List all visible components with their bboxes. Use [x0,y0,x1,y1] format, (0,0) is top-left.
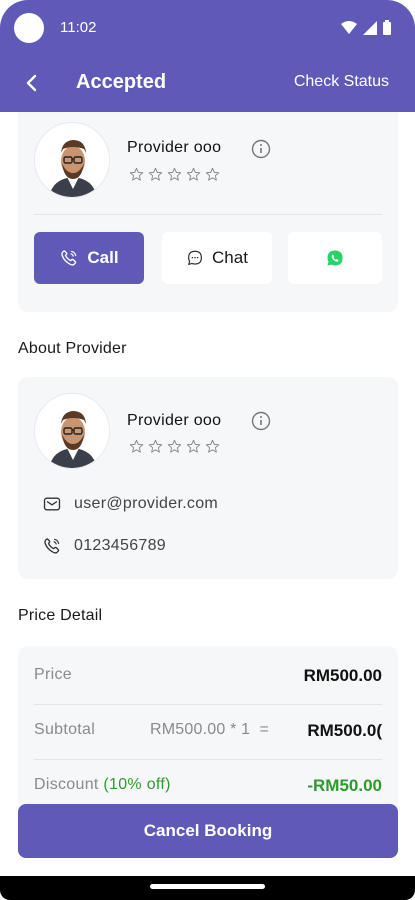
star-icon [167,167,182,181]
whatsapp-button[interactable] [288,232,382,284]
status-bar: 11:02 [0,0,415,56]
provider-card: Provider ooo Call Chat [18,112,398,312]
app-bar: Accepted Check Status [0,56,415,112]
signal-icon [363,20,377,35]
chat-button-label: Chat [212,248,248,267]
star-icon [205,167,220,181]
provider-email: user@provider.com [74,495,219,512]
star-icon [167,439,182,453]
phone-icon [61,250,77,266]
call-button[interactable]: Call [34,232,144,284]
star-icon [148,439,163,453]
provider-phone: 0123456789 [74,537,166,554]
whatsapp-icon [327,250,343,266]
phone-row[interactable]: 0123456789 [42,536,166,556]
discount-value: -RM50.00 [307,776,382,795]
about-provider-avatar [34,393,110,469]
subtotal-formula: RM500.00 * 1 = [150,721,270,738]
about-provider-heading: About Provider [18,340,127,357]
discount-row: Discount (10% off) -RM50.00 [34,776,382,800]
back-arrow-icon[interactable] [20,70,46,96]
price-row: Price RM500.00 [34,666,382,690]
subtotal-label: Subtotal [34,721,96,738]
call-button-label: Call [87,248,119,267]
battery-icon [383,20,391,35]
email-row[interactable]: user@provider.com [42,494,218,514]
discount-label-text: Discount [34,776,99,793]
info-icon[interactable] [251,411,271,431]
about-provider-rating [129,439,220,454]
subtotal-row: Subtotal RM500.00 * 1 = RM500.0( [34,721,382,745]
discount-label: Discount (10% off) [34,776,171,794]
price-divider [34,759,382,760]
about-provider-name: Provider ooo [127,412,222,429]
price-detail-heading: Price Detail [18,607,103,624]
email-icon [43,497,61,511]
chat-icon [188,250,203,265]
provider-avatar-image [35,123,109,197]
price-value: RM500.00 [303,666,382,685]
cancel-booking-button[interactable]: Cancel Booking [18,804,398,858]
provider-avatar [34,122,110,198]
phone-icon [44,538,60,554]
card-divider [34,214,382,215]
home-gesture-handle[interactable] [150,884,265,889]
status-time: 11:02 [60,19,97,36]
price-divider [34,704,382,705]
star-icon [129,167,144,181]
status-icons [341,20,391,35]
chat-button[interactable]: Chat [162,232,272,284]
check-status-button[interactable]: Check Status [294,73,389,91]
subtotal-value: RM500.0( [307,721,382,740]
provider-rating [129,167,220,182]
star-icon [148,167,163,181]
page-title: Accepted [76,71,167,93]
discount-percent: (10% off) [103,776,171,793]
camera-cutout [14,13,44,43]
price-label: Price [34,666,72,683]
star-icon [129,439,144,453]
provider-name: Provider ooo [127,139,222,156]
navigation-bar [0,876,415,900]
provider-avatar-image [35,394,109,468]
star-icon [186,439,201,453]
star-icon [186,167,201,181]
info-icon[interactable] [251,139,271,159]
wifi-icon [341,20,357,34]
star-icon [205,439,220,453]
